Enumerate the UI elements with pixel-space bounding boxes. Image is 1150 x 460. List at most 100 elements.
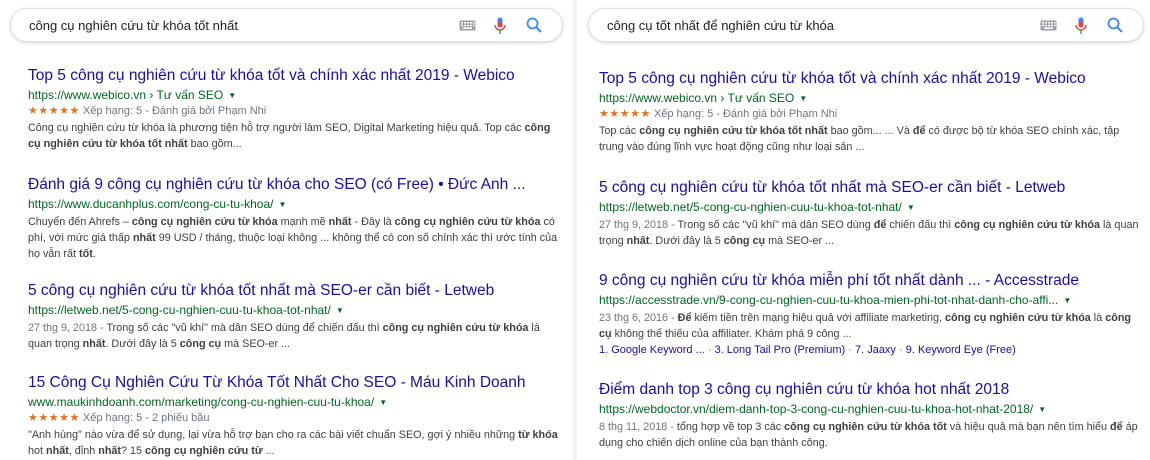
caret-down-icon[interactable]: ▼ — [1063, 293, 1071, 309]
result-url: https://accesstrade.vn/9-cong-cu-nghien-… — [599, 292, 1142, 309]
rating-text: Xếp hạng: 5 - Đánh giá bởi Phạm Nhi — [82, 105, 267, 117]
snippet-highlight: công cụ nghiên cứu từ khóa — [954, 219, 1101, 231]
snippet-highlight: công cụ nghiên cứu từ khóa — [131, 216, 278, 228]
search-result: Top 5 công cụ nghiên cứu từ khóa tốt và … — [599, 69, 1142, 155]
snippet-text: chiến đấu thì — [886, 219, 955, 231]
result-date: 27 thg 9, 2018 - — [28, 322, 107, 334]
result-url-text: https://www.webico.vn › Tư vấn SEO — [599, 91, 795, 105]
result-title-link[interactable]: Điểm danh top 3 công cụ nghiên cứu từ kh… — [599, 380, 1142, 399]
star-rating-icon: ★★★★★ — [28, 105, 80, 117]
caret-down-icon[interactable]: ▼ — [907, 200, 915, 216]
mic-icon[interactable] — [494, 17, 506, 35]
result-rating: ★★★★★ Xếp hạng: 5 - 2 phiếu bầu — [28, 411, 564, 426]
search-bar[interactable]: công cụ nghiên cứu từ khóa tốt nhất — [10, 8, 563, 42]
snippet-text: Công cụ nghiên cứu từ khóa là phương tiệ… — [28, 122, 525, 134]
sitelink-separator: · — [704, 344, 715, 356]
search-result: Điểm danh top 3 công cụ nghiên cứu từ kh… — [599, 380, 1142, 451]
snippet-text: Trong số các "vũ khí" mà dân SEO dùng để… — [106, 322, 383, 334]
result-date: 27 thg 9, 2018 - — [599, 219, 678, 231]
sitelinks: 1. Google Keyword ... · 3. Long Tail Pro… — [599, 342, 1142, 358]
snippet-text: Trong số các "vũ khí" mà dân SEO dùng — [677, 219, 874, 231]
rating-text: Xếp hạng: 5 - 2 phiếu bầu — [82, 412, 210, 424]
snippet-highlight: công cụ — [179, 338, 222, 350]
snippet-highlight: từ khóa — [518, 429, 558, 441]
sitelink[interactable]: 1. Google Keyword ... — [599, 344, 705, 356]
result-url-text: https://www.ducanhplus.com/cong-cu-tu-kh… — [28, 197, 274, 211]
snippet-highlight: nhất — [132, 232, 156, 244]
snippet-highlight: nhất — [328, 216, 352, 228]
snippet-text: Top các — [599, 125, 640, 137]
search-result: 5 công cụ nghiên cứu từ khóa tốt nhất mà… — [599, 178, 1142, 249]
search-result: Top 5 công cụ nghiên cứu từ khóa tốt và … — [28, 66, 564, 152]
search-icon[interactable] — [526, 17, 542, 33]
result-url-text: https://letweb.net/5-cong-cu-nghien-cuu-… — [599, 200, 902, 214]
result-title-link[interactable]: 15 Công Cụ Nghiên Cứu Từ Khóa Tốt Nhất C… — [28, 373, 564, 392]
caret-down-icon[interactable]: ▼ — [278, 197, 286, 213]
sitelink[interactable]: 7. Jaaxy — [855, 344, 896, 356]
caret-down-icon[interactable]: ▼ — [1038, 402, 1046, 418]
snippet-text: mạnh mẽ — [277, 216, 329, 228]
result-url-text: www.maukinhdoanh.com/marketing/cong-cu-n… — [28, 395, 375, 409]
search-result: 15 Công Cụ Nghiên Cứu Từ Khóa Tốt Nhất C… — [28, 373, 564, 459]
snippet-text: ... — [262, 445, 275, 457]
result-snippet: 23 thg 6, 2016 - Để kiếm tiền trên mạng … — [599, 310, 1142, 342]
search-input[interactable]: công cụ tốt nhất để nghiên cứu từ khóa — [607, 18, 834, 33]
snippet-text: không thể thiếu của affiliater. Khám phá… — [611, 328, 852, 340]
snippet-highlight: để — [912, 125, 926, 137]
sitelink[interactable]: 9. Keyword Eye (Free) — [906, 344, 1016, 356]
result-snippet: Top các công cụ nghiên cứu từ khóa tốt n… — [599, 123, 1142, 155]
sitelink[interactable]: 3. Long Tail Pro (Premium) — [715, 344, 846, 356]
search-bar[interactable]: công cụ tốt nhất để nghiên cứu từ khóa — [588, 8, 1144, 42]
snippet-text: mà SEO-er ... — [221, 338, 291, 350]
result-title-link[interactable]: Top 5 công cụ nghiên cứu từ khóa tốt và … — [28, 66, 564, 85]
mic-icon[interactable] — [1075, 17, 1087, 35]
snippet-text: , đỉnh — [68, 445, 99, 457]
snippet-highlight: nhất — [46, 445, 69, 457]
snippet-text: tổng hợp về top 3 các — [676, 421, 785, 433]
snippet-highlight: Để — [677, 312, 692, 324]
snippet-highlight: công cụ nghiên cứu từ — [145, 445, 263, 457]
snippet-text: "Anh hùng" nào vừa để sử dụng, lại vừa h… — [28, 429, 519, 441]
result-url: www.maukinhdoanh.com/marketing/cong-cu-n… — [28, 394, 564, 411]
snippet-highlight: để — [1110, 421, 1123, 433]
result-url: https://letweb.net/5-cong-cu-nghien-cuu-… — [599, 199, 1142, 216]
snippet-highlight: nhất — [626, 235, 650, 247]
search-result: 9 công cụ nghiên cứu từ khóa miễn phí tố… — [599, 271, 1142, 358]
result-rating: ★★★★★ Xếp hạng: 5 - Đánh giá bởi Phạm Nh… — [599, 107, 1142, 122]
result-title-link[interactable]: 9 công cụ nghiên cứu từ khóa miễn phí tố… — [599, 271, 1142, 290]
snippet-highlight: công cụ nghiên cứu từ khóa — [382, 322, 529, 334]
result-url: https://www.webico.vn › Tư vấn SEO ▼ — [28, 87, 564, 104]
result-snippet: "Anh hùng" nào vừa để sử dụng, lại vừa h… — [28, 427, 564, 459]
keyboard-icon[interactable] — [459, 20, 476, 31]
rating-text: Xếp hạng: 5 - Đánh giá bởi Phạm Nhi — [653, 108, 838, 120]
result-url-text: https://webdoctor.vn/diem-danh-top-3-con… — [599, 402, 1034, 416]
caret-down-icon[interactable]: ▼ — [336, 303, 344, 319]
search-icon[interactable] — [1107, 17, 1123, 33]
results-panel-right: công cụ tốt nhất để nghiên cứu từ khóa T… — [578, 0, 1150, 460]
snippet-highlight: công cụ nghiên cứu từ khóa — [394, 216, 541, 228]
caret-down-icon[interactable]: ▼ — [379, 395, 387, 411]
snippet-text: bao gồm... — [187, 138, 242, 150]
caret-down-icon[interactable]: ▼ — [228, 88, 236, 104]
snippet-highlight: để — [873, 219, 887, 231]
snippet-text: bao gồm... ... Và — [827, 125, 913, 137]
result-title-link[interactable]: 5 công cụ nghiên cứu từ khóa tốt nhất mà… — [599, 178, 1142, 197]
search-result: Đánh giá 9 công cụ nghiên cứu từ khóa ch… — [28, 175, 564, 262]
result-url-text: https://letweb.net/5-cong-cu-nghien-cuu-… — [28, 303, 331, 317]
snippet-text: ? 15 — [121, 445, 146, 457]
result-title-link[interactable]: 5 công cụ nghiên cứu từ khóa tốt nhất mà… — [28, 281, 564, 300]
snippet-text: và hiệu quả mà bạn nên tìm hiểu — [946, 421, 1111, 433]
snippet-text: hot — [28, 445, 47, 457]
result-date: 23 thg 6, 2016 - — [599, 312, 678, 324]
caret-down-icon[interactable]: ▼ — [799, 91, 807, 107]
search-input[interactable]: công cụ nghiên cứu từ khóa tốt nhất — [29, 18, 238, 33]
snippet-highlight: nhất — [82, 338, 106, 350]
snippet-text: . Dưới đây là 5 — [105, 338, 180, 350]
result-snippet: 8 thg 11, 2018 - tổng hợp về top 3 các c… — [599, 419, 1142, 451]
keyboard-icon[interactable] — [1040, 20, 1057, 31]
result-title-link[interactable]: Top 5 công cụ nghiên cứu từ khóa tốt và … — [599, 69, 1142, 88]
star-rating-icon: ★★★★★ — [28, 412, 80, 424]
result-title-link[interactable]: Đánh giá 9 công cụ nghiên cứu từ khóa ch… — [28, 175, 564, 194]
snippet-text: - Đây là — [351, 216, 395, 228]
snippet-text: kiếm tiền trên mạng hiệu quả với affilia… — [691, 312, 945, 324]
